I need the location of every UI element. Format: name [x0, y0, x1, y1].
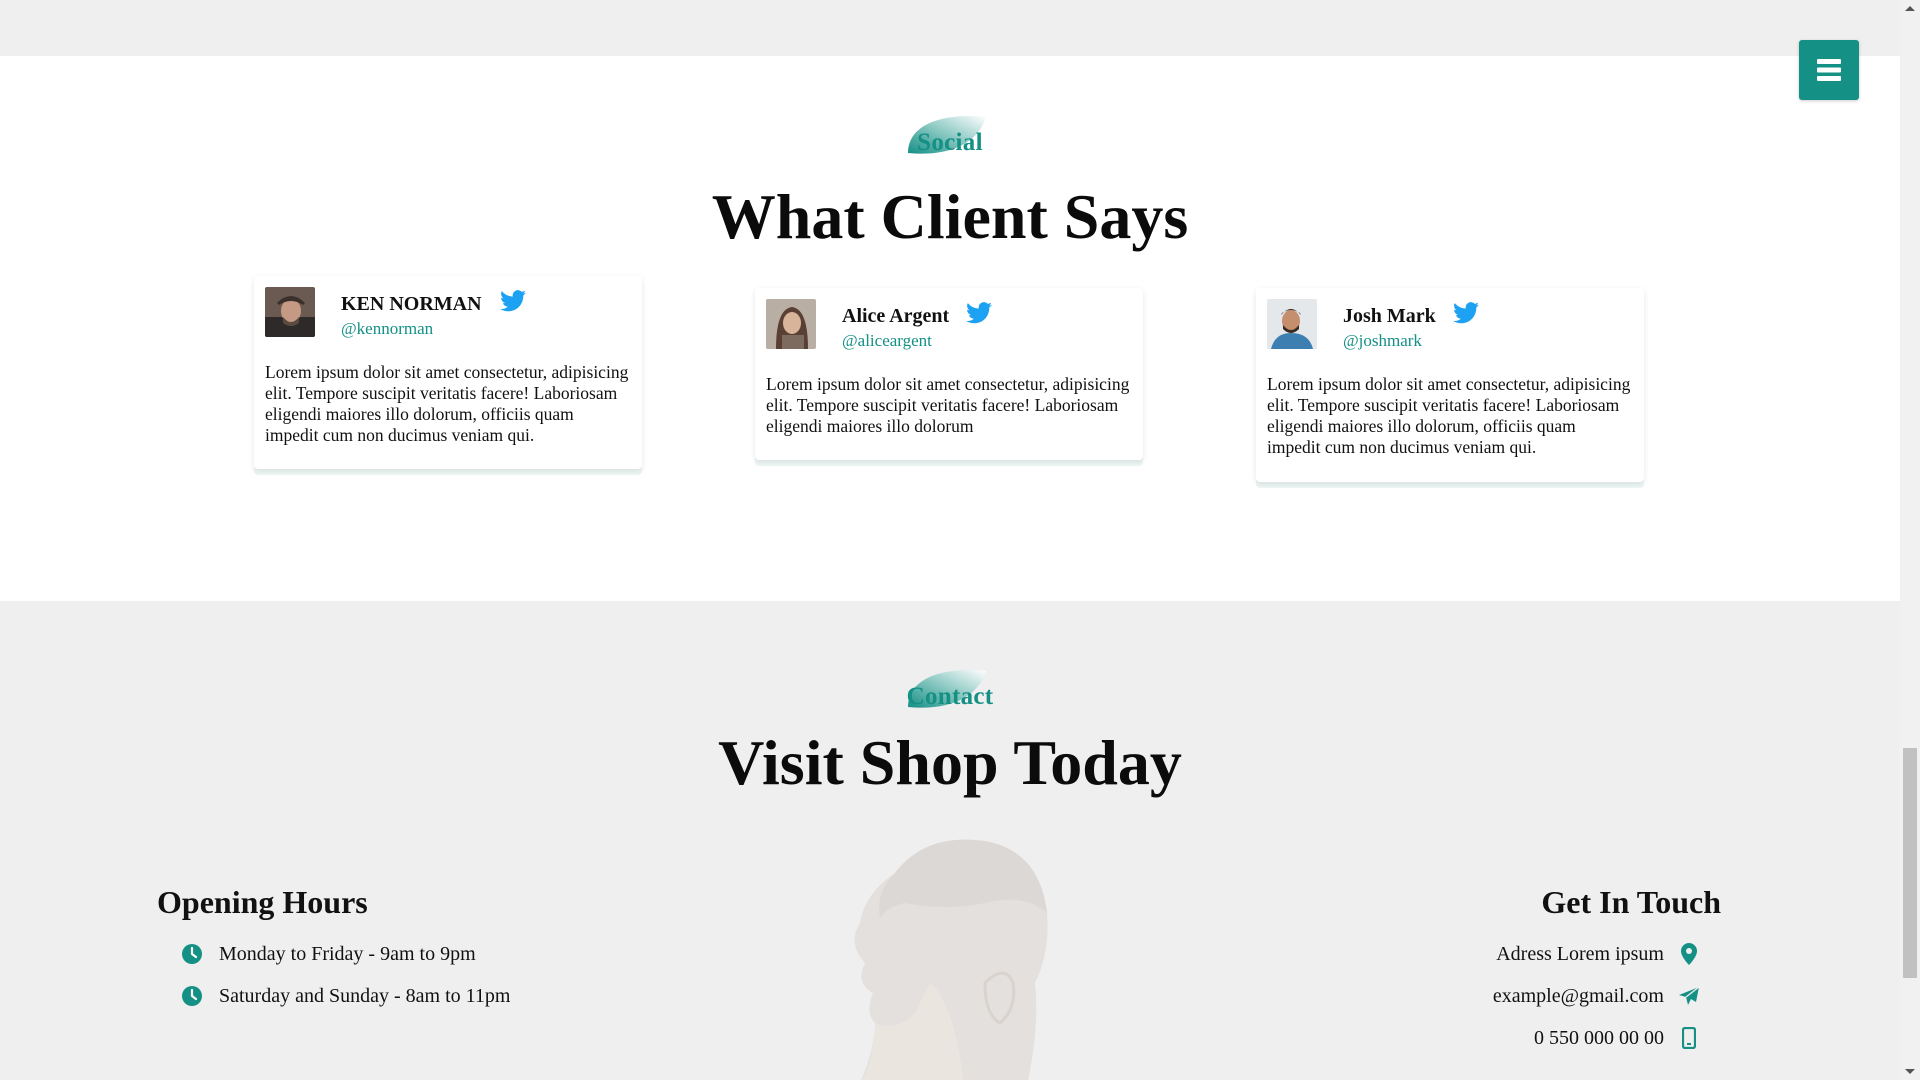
testimonial-card: KEN NORMAN @kennorman Lorem ipsum dolor … — [254, 276, 642, 469]
clock-icon — [182, 944, 202, 964]
address-row: Adress Lorem ipsum — [1496, 940, 1700, 968]
testimonial-text: Lorem ipsum dolor sit amet consectetur, … — [265, 362, 629, 445]
testimonial-text: Lorem ipsum dolor sit amet consectetur, … — [1267, 374, 1631, 457]
scrollbar-thumb[interactable] — [1903, 748, 1917, 978]
client-name: KEN NORMAN — [341, 293, 482, 315]
testimonial-text: Lorem ipsum dolor sit amet consectetur, … — [766, 374, 1130, 436]
section-tag-social: Social — [890, 111, 1010, 171]
section-title: Visit Shop Today — [718, 727, 1182, 798]
hours-row: Saturday and Sunday - 8am to 11pm — [181, 982, 510, 1010]
client-name: Alice Argent — [842, 305, 950, 327]
twitter-icon[interactable] — [1453, 302, 1479, 324]
barber-silhouette-illustration — [854, 839, 1048, 1080]
twitter-icon[interactable] — [500, 290, 526, 312]
hours-row: Monday to Friday - 9am to 9pm — [181, 940, 476, 968]
avatar — [265, 287, 315, 337]
top-strip — [0, 0, 1900, 56]
section-tag-label: Contact — [906, 683, 994, 710]
section-tag-label: Social — [917, 129, 983, 156]
phone-text[interactable]: 0 550 000 00 00 — [1534, 1027, 1664, 1050]
scroll-up-arrow-icon[interactable] — [1905, 6, 1915, 11]
location-pin-icon — [1681, 943, 1697, 965]
scroll-down-arrow-icon[interactable] — [1905, 1069, 1915, 1074]
hours-text: Monday to Friday - 9am to 9pm — [219, 942, 476, 965]
phone-row[interactable]: 0 550 000 00 00 — [1534, 1024, 1700, 1052]
email-text[interactable]: example@gmail.com — [1493, 985, 1664, 1008]
opening-hours-title: Opening Hours — [157, 884, 368, 920]
get-in-touch-title: Get In Touch — [1541, 884, 1721, 920]
testimonial-card: Alice Argent @aliceargent Lorem ipsum do… — [755, 288, 1143, 460]
hours-text: Saturday and Sunday - 8am to 11pm — [219, 984, 511, 1007]
hamburger-menu-icon — [1817, 59, 1841, 81]
client-name: Josh Mark — [1343, 305, 1436, 327]
testimonials-section: Social What Client Says KEN NORMAN @kenn… — [0, 56, 1900, 601]
email-row[interactable]: example@gmail.com — [1493, 982, 1700, 1010]
section-title: What Client Says — [711, 181, 1189, 252]
menu-button[interactable] — [1799, 40, 1859, 100]
testimonial-card: Josh Mark @joshmark Lorem ipsum dolor si… — [1256, 288, 1644, 482]
client-handle[interactable]: @kennorman — [341, 319, 433, 339]
clock-icon — [182, 986, 202, 1006]
vertical-scrollbar[interactable] — [1900, 0, 1920, 1080]
client-handle[interactable]: @aliceargent — [842, 331, 932, 351]
avatar — [1267, 299, 1317, 349]
client-handle[interactable]: @joshmark — [1343, 331, 1422, 351]
paper-plane-icon — [1679, 986, 1700, 1005]
avatar — [766, 299, 816, 349]
mobile-phone-icon — [1682, 1027, 1696, 1049]
section-tag-contact: Contact — [890, 665, 1010, 725]
twitter-icon[interactable] — [966, 302, 992, 324]
contact-section: Contact Visit Shop Today Opening Hours M… — [0, 601, 1900, 1080]
address-text: Adress Lorem ipsum — [1496, 942, 1664, 965]
